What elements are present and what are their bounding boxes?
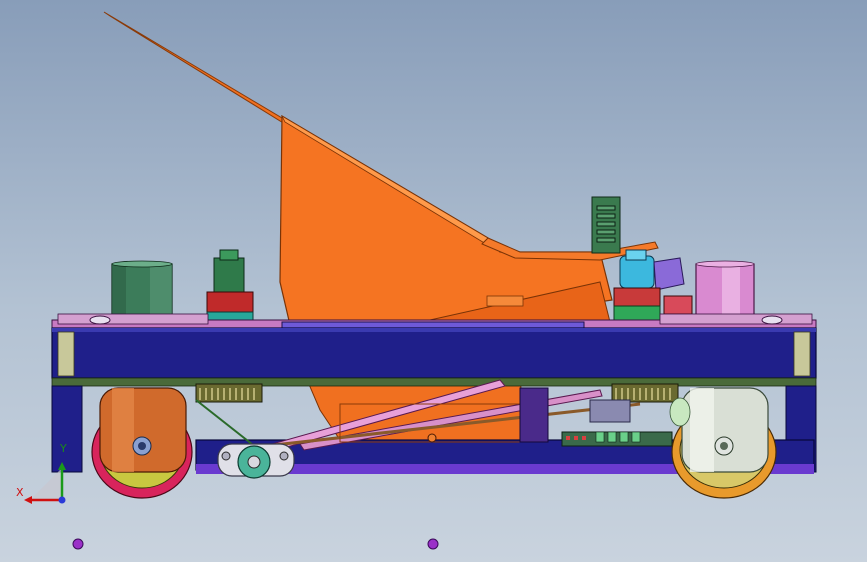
tensioner-pulley[interactable] — [217, 443, 295, 479]
cad-viewport[interactable]: X Y — [0, 0, 867, 562]
triad-x-label: X — [16, 486, 24, 499]
frame-mid-stripe — [51, 377, 817, 387]
hopper-small-block[interactable] — [486, 295, 524, 307]
frame-top-beam[interactable] — [51, 327, 817, 379]
frame-left-leg[interactable] — [51, 385, 83, 473]
pcb-board[interactable] — [561, 431, 673, 447]
wheel-left[interactable] — [91, 387, 193, 499]
gear-right[interactable] — [611, 383, 679, 403]
frame-left-bracket[interactable] — [57, 331, 75, 377]
gear-left[interactable] — [195, 383, 263, 403]
wheel-right[interactable] — [669, 387, 777, 499]
reference-point-icon[interactable] — [427, 538, 439, 550]
frame-right-bracket[interactable] — [793, 331, 811, 377]
motor-left-small[interactable] — [206, 249, 254, 327]
frame-top-beam-highlight — [52, 328, 816, 332]
cad-model-scene[interactable] — [0, 0, 867, 562]
hopper-arm[interactable] — [103, 11, 287, 126]
triad-y-label: Y — [60, 442, 67, 455]
coordinate-triad-icon — [24, 462, 66, 504]
reference-point-icon[interactable] — [72, 538, 84, 550]
motor-right-cyan[interactable] — [613, 249, 693, 325]
controller-module[interactable] — [591, 196, 621, 254]
